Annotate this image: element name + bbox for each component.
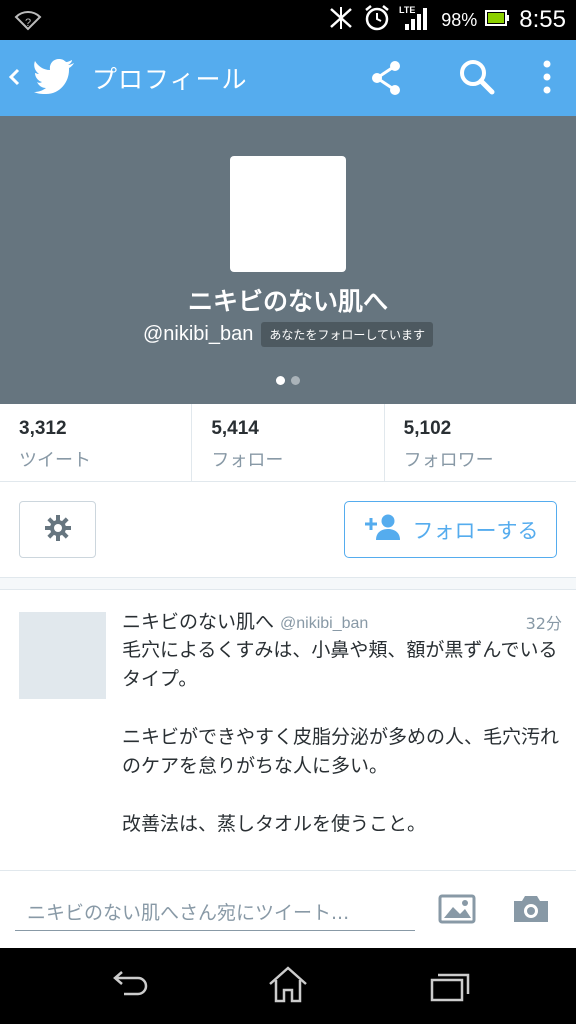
- wifi-icon: ?: [14, 9, 42, 35]
- compose-input[interactable]: [15, 895, 415, 931]
- tweet-timestamp: 32分: [525, 614, 562, 633]
- tweet-paragraph: ニキビができやすく皮脂分泌が多めの人、毛穴汚れのケアを怠りがちな人に多い。: [122, 726, 560, 777]
- stat-count: 5,414: [211, 418, 259, 439]
- tweet-avatar[interactable]: [19, 612, 106, 699]
- profile-header: ニキビのない肌へ @nikibi_ban あなたをフォローしています: [0, 116, 576, 404]
- tweet-header: ニキビのない肌へ @nikibi_ban 32分: [122, 607, 562, 635]
- system-nav-bar: [0, 948, 576, 1024]
- alarm-icon: [363, 4, 391, 36]
- divider: [0, 578, 576, 590]
- share-icon[interactable]: [368, 58, 404, 102]
- stat-following[interactable]: 5,414 フォロー: [192, 404, 385, 481]
- network-label: LTE: [399, 5, 415, 15]
- photo-icon[interactable]: [438, 893, 476, 929]
- svg-text:?: ?: [25, 17, 31, 29]
- handle: @nikibi_ban: [142, 323, 254, 345]
- battery-percent: 98%: [441, 9, 478, 30]
- tweet[interactable]: ニキビのない肌へ @nikibi_ban 32分 毛穴によるくすみは、小鼻や頬、額…: [0, 590, 576, 870]
- tweet-paragraph: 改善法は、蒸しタオルを使うこと。: [122, 813, 427, 835]
- follow-label: フォローする: [412, 518, 539, 543]
- follow-button[interactable]: フォローする: [344, 501, 557, 558]
- display-name: ニキビのない肌へ: [187, 287, 388, 316]
- tweet-text: 毛穴によるくすみは、小鼻や頬、額が黒ずんでいるタイプ。 ニキビができやすく皮脂分…: [122, 636, 562, 868]
- back-chevron-icon[interactable]: [6, 62, 22, 96]
- settings-button[interactable]: [19, 501, 96, 558]
- page-title: プロフィール: [92, 65, 248, 94]
- camera-icon[interactable]: [512, 893, 550, 929]
- page-dot: [291, 376, 300, 385]
- stat-followers[interactable]: 5,102 フォロワー: [385, 404, 576, 481]
- stats-row: 3,312 ツイート 5,414 フォロー 5,102 フォロワー: [0, 404, 576, 482]
- tweet-author-handle: @nikibi_ban: [280, 615, 369, 632]
- tweet-author-name: ニキビのない肌へ: [122, 611, 275, 633]
- twitter-bird-icon[interactable]: [34, 58, 76, 98]
- nav-recent-icon[interactable]: [428, 970, 472, 1008]
- add-user-icon: [363, 513, 403, 546]
- stat-label: フォロー: [211, 450, 284, 471]
- compose-bar: [0, 870, 576, 948]
- vibrate-icon: [327, 5, 355, 35]
- status-bar: ? LTE 98% 8:55: [0, 0, 576, 40]
- clock: 8:55: [519, 6, 566, 33]
- more-icon[interactable]: [540, 58, 554, 102]
- page-dot-active: [276, 376, 285, 385]
- handle-row: @nikibi_ban あなたをフォローしています: [0, 322, 576, 347]
- search-icon[interactable]: [458, 58, 496, 102]
- stat-tweets[interactable]: 3,312 ツイート: [0, 404, 193, 481]
- signal-icon: LTE: [399, 4, 433, 36]
- follows-you-badge: あなたをフォローしています: [261, 322, 434, 347]
- nav-home-icon[interactable]: [266, 966, 310, 1008]
- page-indicator[interactable]: [0, 376, 576, 385]
- action-row: フォローする: [0, 482, 576, 578]
- stat-label: ツイート: [19, 450, 91, 471]
- battery-icon: [485, 9, 511, 31]
- nav-back-icon[interactable]: [106, 968, 150, 1008]
- app-bar: プロフィール: [0, 40, 576, 116]
- stat-count: 3,312: [19, 418, 67, 439]
- avatar[interactable]: [230, 156, 346, 272]
- gear-icon: [44, 514, 72, 546]
- tweet-paragraph: 毛穴によるくすみは、小鼻や頬、額が黒ずんでいるタイプ。: [122, 639, 558, 690]
- stat-label: フォロワー: [403, 450, 494, 471]
- stat-count: 5,102: [403, 418, 452, 439]
